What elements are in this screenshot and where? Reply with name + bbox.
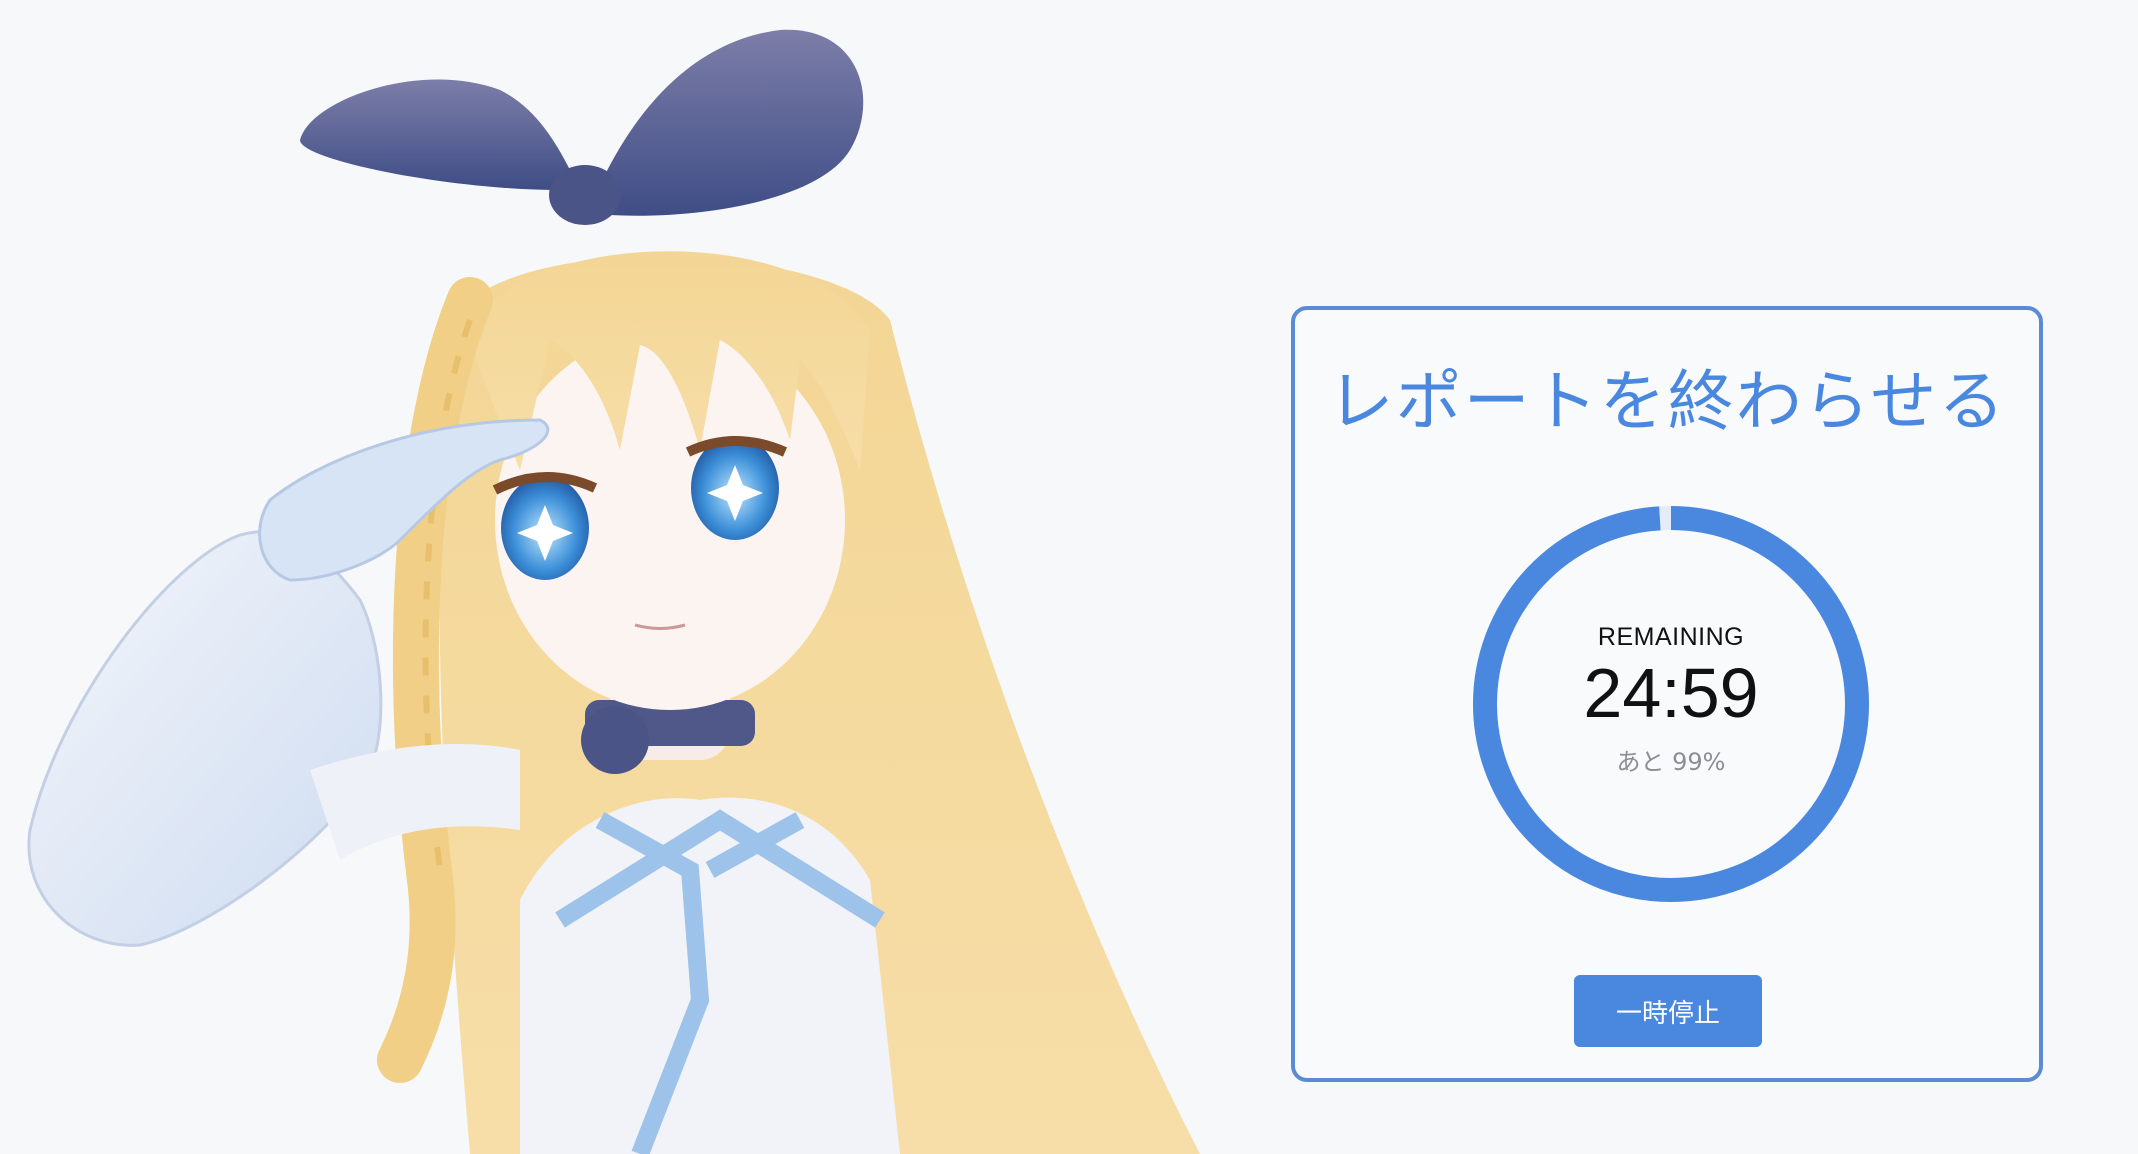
task-title: レポートを終わらせる [1327, 363, 2007, 440]
avatar-illustration [27, 29, 1201, 1154]
pomodoro-timer-card: レポートを終わらせる REMAINING 24:59 あと 99% 一時停止 [1291, 306, 2043, 1082]
timer-readout: REMAINING 24:59 あと 99% [1471, 504, 1871, 904]
pause-button[interactable]: 一時停止 [1574, 975, 1762, 1047]
percent-remaining: あと 99% [1616, 748, 1726, 776]
remaining-label: REMAINING [1597, 623, 1745, 651]
time-remaining: 24:59 [1583, 654, 1759, 732]
app-stage: レポートを終わらせる REMAINING 24:59 あと 99% 一時停止 [0, 0, 2138, 1154]
